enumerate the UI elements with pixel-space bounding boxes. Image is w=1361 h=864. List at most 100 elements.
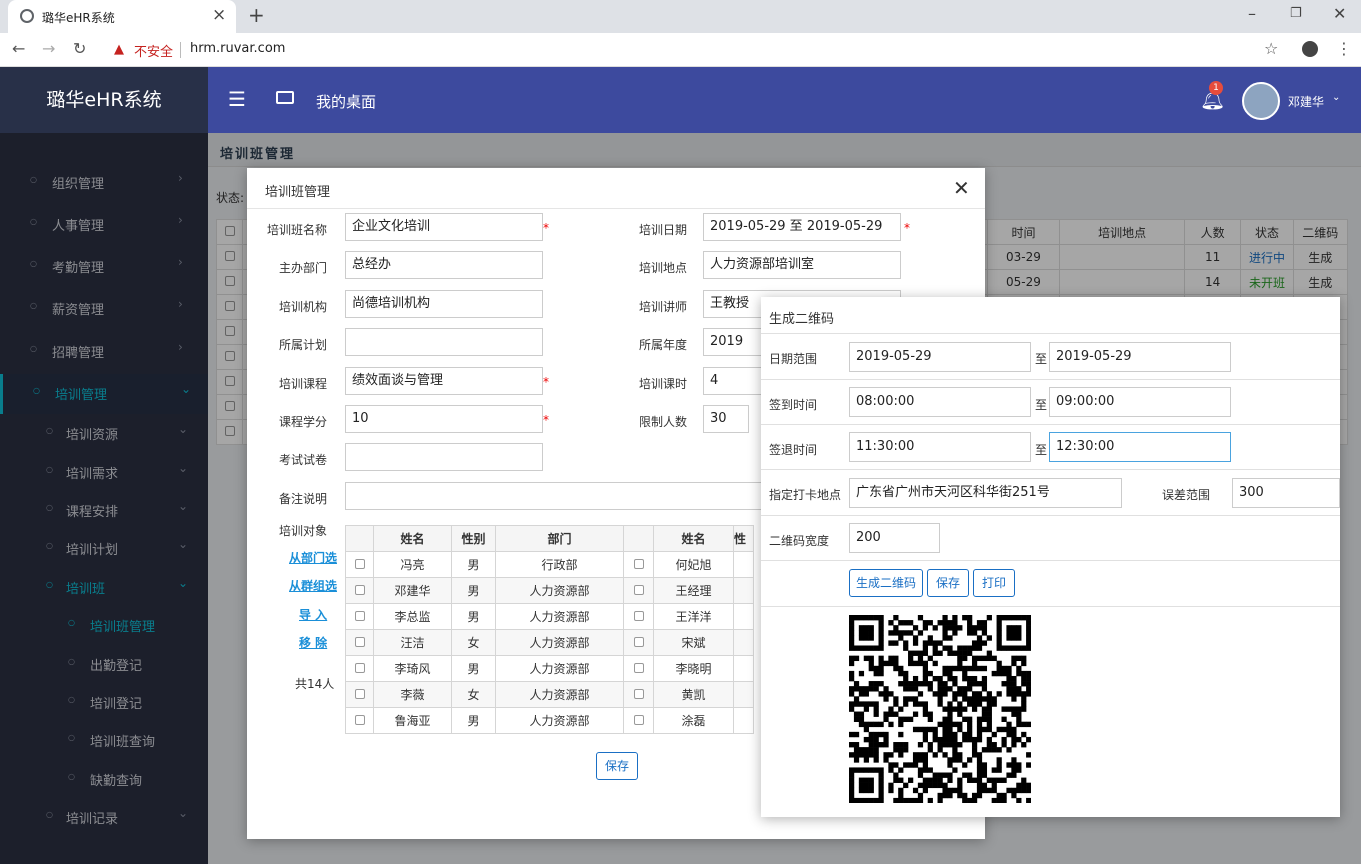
generate-qr-button[interactable]: 生成二维码 bbox=[849, 569, 923, 597]
qr-width-input[interactable]: 200 bbox=[849, 523, 940, 553]
date-from-input[interactable]: 2019-05-29 bbox=[849, 342, 1031, 372]
field-label: 误差范围 bbox=[1162, 488, 1211, 502]
browser-tab[interactable]: 璐华eHR系统 × bbox=[8, 0, 236, 33]
place-input[interactable]: 人力资源部培训室 bbox=[703, 251, 901, 279]
hamburger-icon[interactable]: ☰ bbox=[228, 87, 246, 111]
field-label: 指定打卡地点 bbox=[769, 488, 842, 502]
table-cell: 男 bbox=[451, 655, 496, 682]
signout-to-input[interactable]: 12:30:00 bbox=[1049, 432, 1231, 462]
avatar[interactable] bbox=[1242, 82, 1280, 120]
address-row: 指定打卡地点 广东省广州市天河区科华街251号 误差范围 300 bbox=[761, 470, 1340, 516]
save-button[interactable]: 保存 bbox=[596, 752, 638, 780]
field-label: 培训地点 bbox=[638, 261, 687, 275]
signin-to-input[interactable]: 09:00:00 bbox=[1049, 387, 1231, 417]
signin-from-input[interactable]: 08:00:00 bbox=[849, 387, 1031, 417]
table-cell: 男 bbox=[451, 551, 496, 578]
table-cell bbox=[733, 577, 754, 604]
new-tab-icon[interactable]: + bbox=[248, 3, 265, 27]
table-row[interactable]: 冯亮男行政部 何妃旭 bbox=[345, 551, 754, 578]
divider bbox=[247, 208, 985, 209]
tab-close-icon[interactable]: × bbox=[212, 5, 226, 25]
row-checkbox[interactable] bbox=[623, 577, 654, 604]
row-checkbox[interactable] bbox=[623, 603, 654, 630]
top-header: ☰ 我的桌面 🔔︎ 1 邓建华 ⌄ bbox=[208, 67, 1361, 133]
row-checkbox[interactable] bbox=[345, 681, 374, 708]
forward-icon[interactable]: → bbox=[42, 39, 55, 58]
select-from-dept-link[interactable]: 从部门选 bbox=[289, 549, 337, 566]
import-link[interactable]: 导 入 bbox=[299, 606, 327, 623]
institution-input[interactable]: 尚德培训机构 bbox=[345, 290, 543, 318]
table-header: 姓名 bbox=[653, 525, 734, 552]
limit-input[interactable]: 30 bbox=[703, 405, 749, 433]
minimize-icon[interactable]: – bbox=[1248, 4, 1256, 23]
row-checkbox[interactable] bbox=[623, 629, 654, 656]
row-checkbox[interactable] bbox=[623, 681, 654, 708]
desk-label[interactable]: 我的桌面 bbox=[316, 91, 376, 112]
table-cell: 人力资源部 bbox=[495, 681, 624, 708]
range-input[interactable]: 300 bbox=[1232, 478, 1340, 508]
required-mark: * bbox=[543, 413, 549, 427]
table-cell: 李琦风 bbox=[373, 655, 452, 682]
checkin-address-input[interactable]: 广东省广州市天河区科华街251号 bbox=[849, 478, 1122, 508]
user-name[interactable]: 邓建华 bbox=[1288, 93, 1324, 110]
notification-badge: 1 bbox=[1209, 81, 1223, 95]
table-row[interactable]: 邓建华男人力资源部 王经理 bbox=[345, 577, 754, 604]
table-row[interactable]: 李总监男人力资源部 王洋洋 bbox=[345, 603, 754, 630]
table-cell bbox=[733, 681, 754, 708]
back-icon[interactable]: ← bbox=[12, 39, 25, 58]
table-row[interactable]: 鲁海亚男人力资源部 涂磊 bbox=[345, 707, 754, 734]
row-checkbox[interactable] bbox=[345, 655, 374, 682]
remove-link[interactable]: 移 除 bbox=[299, 634, 327, 651]
table-header: 部门 bbox=[495, 525, 624, 552]
table-cell: 王经理 bbox=[653, 577, 734, 604]
table-row[interactable]: 李薇女人力资源部 黄凯 bbox=[345, 681, 754, 708]
exam-input[interactable] bbox=[345, 443, 543, 471]
table-header bbox=[623, 525, 654, 552]
qr-width-row: 二维码宽度 200 bbox=[761, 516, 1340, 561]
row-checkbox[interactable] bbox=[623, 551, 654, 578]
bookmark-star-icon[interactable]: ☆ bbox=[1264, 39, 1278, 58]
table-cell: 人力资源部 bbox=[495, 603, 624, 630]
department-input[interactable]: 总经办 bbox=[345, 251, 543, 279]
save-button[interactable]: 保存 bbox=[927, 569, 969, 597]
profile-icon[interactable] bbox=[1302, 41, 1318, 57]
table-cell: 男 bbox=[451, 603, 496, 630]
signout-from-input[interactable]: 11:30:00 bbox=[849, 432, 1031, 462]
field-label: 课程学分 bbox=[278, 415, 327, 429]
row-checkbox[interactable] bbox=[345, 577, 374, 604]
url-text[interactable]: hrm.ruvar.com bbox=[190, 41, 285, 56]
table-row[interactable]: 李琦风男人力资源部 李晓明 bbox=[345, 655, 754, 682]
row-checkbox[interactable] bbox=[345, 629, 374, 656]
to-label: 至 bbox=[1035, 443, 1048, 457]
date-to-input[interactable]: 2019-05-29 bbox=[1049, 342, 1231, 372]
field-label: 所属年度 bbox=[638, 338, 687, 352]
field-label: 主办部门 bbox=[278, 261, 327, 275]
table-cell: 冯亮 bbox=[373, 551, 452, 578]
close-icon[interactable]: ✕ bbox=[953, 176, 970, 200]
window-close-icon[interactable]: ✕ bbox=[1333, 4, 1346, 23]
course-input[interactable]: 绩效面谈与管理 bbox=[345, 367, 543, 395]
plan-input[interactable] bbox=[345, 328, 543, 356]
chevron-down-icon[interactable]: ⌄ bbox=[1332, 92, 1340, 103]
row-checkbox[interactable] bbox=[623, 707, 654, 734]
training-date-input[interactable]: 2019-05-29 至 2019-05-29 bbox=[703, 213, 901, 241]
table-header: 性别 bbox=[451, 525, 496, 552]
row-checkbox[interactable] bbox=[345, 551, 374, 578]
class-name-input[interactable]: 企业文化培训 bbox=[345, 213, 543, 241]
warning-icon: ▲ bbox=[114, 42, 124, 57]
credit-input[interactable]: 10 bbox=[345, 405, 543, 433]
reload-icon[interactable]: ↻ bbox=[73, 39, 86, 58]
remark-input[interactable] bbox=[345, 482, 765, 510]
table-cell bbox=[733, 655, 754, 682]
table-row[interactable]: 汪洁女人力资源部 宋斌 bbox=[345, 629, 754, 656]
total-count: 共14人 bbox=[295, 677, 335, 691]
row-checkbox[interactable] bbox=[345, 603, 374, 630]
signout-row: 签退时间 11:30:00 至 12:30:00 bbox=[761, 425, 1340, 470]
row-checkbox[interactable] bbox=[345, 707, 374, 734]
restore-icon[interactable]: ❐ bbox=[1290, 6, 1302, 21]
more-menu-icon[interactable]: ⋮ bbox=[1336, 39, 1352, 58]
select-from-group-link[interactable]: 从群组选 bbox=[289, 577, 337, 594]
insecure-label: 不安全 bbox=[134, 45, 174, 60]
print-button[interactable]: 打印 bbox=[973, 569, 1015, 597]
row-checkbox[interactable] bbox=[623, 655, 654, 682]
